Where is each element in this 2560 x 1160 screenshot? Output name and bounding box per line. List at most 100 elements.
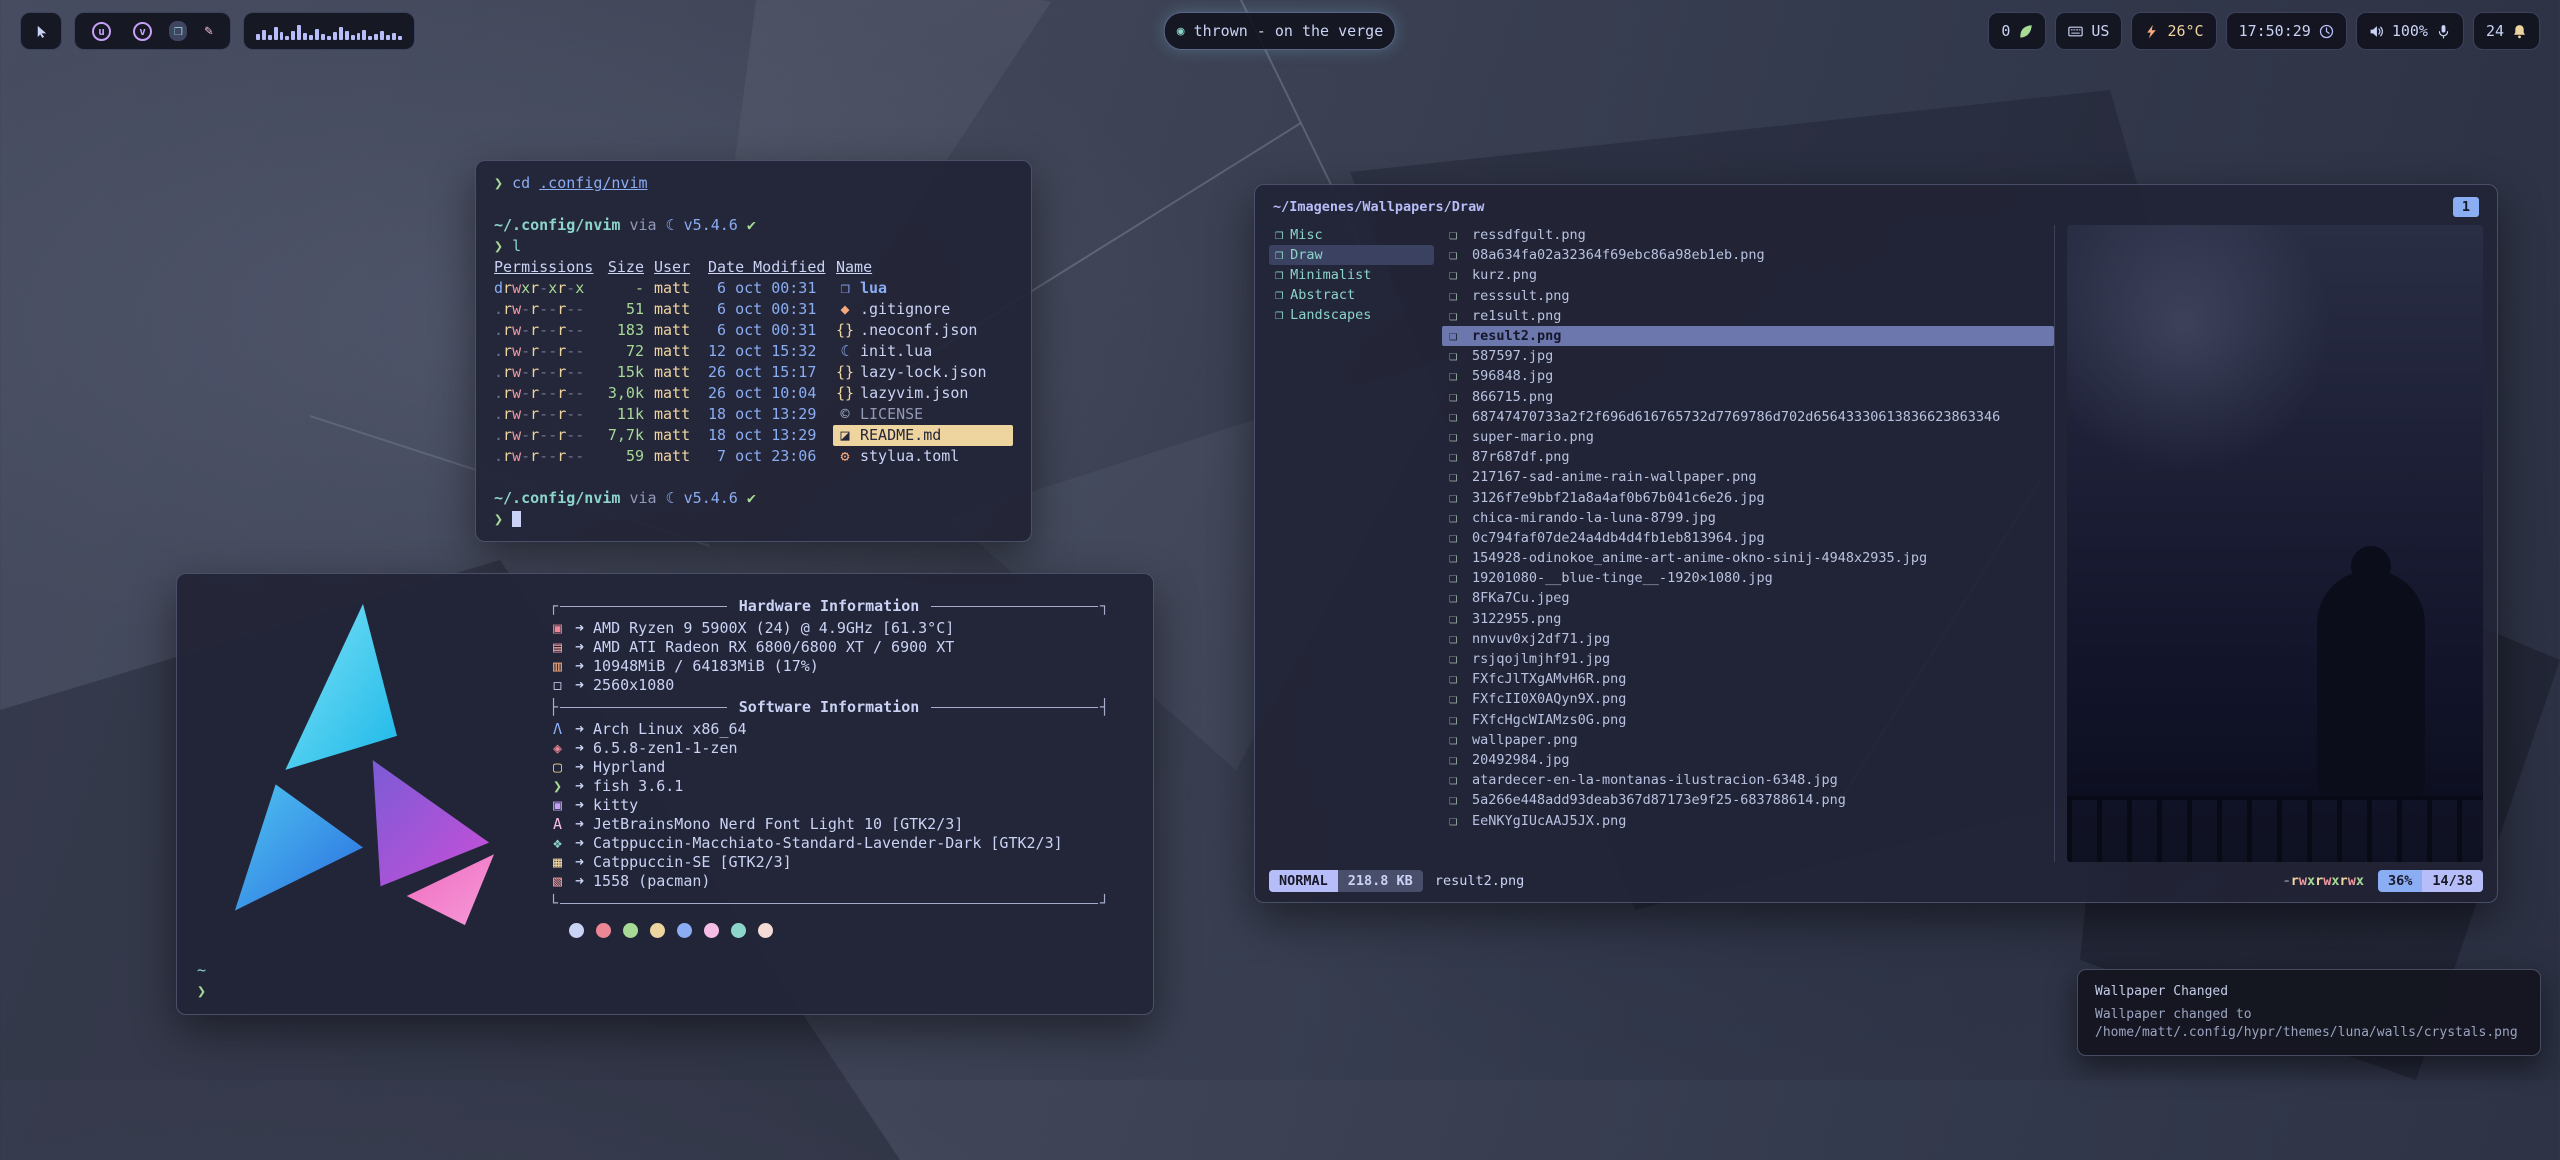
image-file-icon: ❏ xyxy=(1449,326,1464,346)
git-clean-check-icon: ✔ xyxy=(747,216,756,234)
info-text: JetBrainsMono Nerd Font Light 10 [GTK2/3… xyxy=(593,815,963,834)
volume-widget[interactable]: 100% xyxy=(2356,12,2464,50)
sidebar-folder[interactable]: ❒ Minimalist xyxy=(1269,265,1434,285)
file-row[interactable]: ❏ 217167-sad-anime-rain-wallpaper.png xyxy=(1442,467,2054,487)
image-file-icon: ❏ xyxy=(1449,710,1464,730)
status-bar: u v ❒ ✎ ◉ thrown - on the verge xyxy=(0,10,2560,52)
file-manager-window[interactable]: ~/Imagenes/Wallpapers/Draw 1 ❒ Misc ❒ Dr… xyxy=(1254,184,2498,903)
file-row[interactable]: ❏ 8FKa7Cu.jpeg xyxy=(1442,588,2054,608)
file-row[interactable]: ❏ kurz.png xyxy=(1442,265,2054,285)
file-row[interactable]: ❏ 3122955.png xyxy=(1442,609,2054,629)
disc-icon: ◉ xyxy=(1177,24,1185,39)
image-file-icon: ❏ xyxy=(1449,669,1464,689)
info-text: Hyprland xyxy=(593,758,665,777)
file-row[interactable]: ❏ 866715.png xyxy=(1442,387,2054,407)
terminal-command-line: ❯ cd .config/nvim xyxy=(494,173,1013,194)
terminal-window[interactable]: ❯ cd .config/nvim ~/.config/nvim via ☾ v… xyxy=(475,160,1032,542)
file-row[interactable]: ❏ 0c794faf07de24a4db4d4fb1eb813964.jpg xyxy=(1442,528,2054,548)
tab-badge[interactable]: 1 xyxy=(2453,197,2479,217)
file-row[interactable]: ❏ 08a634fa02a32364f69ebc86a98eb1eb.png xyxy=(1442,245,2054,265)
file-name: 0c794faf07de24a4db4d4fb1eb813964.jpg xyxy=(1472,528,1765,548)
ls-header-row: Permissions Size User Date Modified Name xyxy=(494,257,1013,278)
clock-widget[interactable]: 17:50:29 xyxy=(2226,12,2347,50)
file-row[interactable]: ❏ re1sult.png xyxy=(1442,306,2054,326)
gpu-icon: ▤ xyxy=(549,638,566,657)
prompt-char: ❯ xyxy=(197,981,206,1002)
file-row[interactable]: ❏ 154928-odinokoe_anime-art-anime-okno-s… xyxy=(1442,548,2054,568)
workspace-icon-edit[interactable]: ✎ xyxy=(199,21,217,41)
file-owner: matt xyxy=(654,446,698,467)
file-permissions: .rw-r--r-- xyxy=(494,404,594,425)
file-row[interactable]: ❏ EeNKYgIUcAAJ5JX.png xyxy=(1442,810,2054,830)
file-name: super-mario.png xyxy=(1472,427,1594,447)
file-row[interactable]: ❏ FXfcHgcWIAMzs0G.png xyxy=(1442,710,2054,730)
folder-sidebar: ❒ Misc ❒ Draw ❒ Minimalist ❒ Abstract xyxy=(1269,225,1442,862)
sidebar-folder[interactable]: ❒ Misc xyxy=(1269,225,1434,245)
image-file-icon: ❏ xyxy=(1449,427,1464,447)
music-widget[interactable]: ◉ thrown - on the verge xyxy=(1164,12,1396,50)
workspace-icon-v[interactable]: v xyxy=(128,19,157,44)
fetch-info-line: ▣ ➜ AMD Ryzen 9 5900X (24) @ 4.9GHz [61.… xyxy=(549,619,1127,638)
terminal-input-line[interactable]: ❯ xyxy=(494,509,1013,530)
info-text: 10948MiB / 64183MiB (17%) xyxy=(593,657,819,676)
terminal-color-palette xyxy=(569,923,1127,938)
notification-popup[interactable]: Wallpaper Changed Wallpaper changed to /… xyxy=(2077,969,2541,1056)
file-row[interactable]: ❏ nnvuv0xj2df71.jpg xyxy=(1442,629,2054,649)
audio-visualizer[interactable] xyxy=(243,12,415,50)
col-date-modified: Date Modified xyxy=(708,257,826,278)
sidebar-folder[interactable]: ❒ Abstract xyxy=(1269,285,1434,305)
launcher-button[interactable] xyxy=(20,12,62,50)
fetch-terminal-window[interactable]: ┌ Hardware Information ┐ ▣ ➜ AMD Ryzen 9… xyxy=(176,573,1154,1015)
file-row[interactable]: ❏ atardecer-en-la-montanas-ilustracion-6… xyxy=(1442,770,2054,790)
file-permissions: -rwxrwxrwx xyxy=(2283,871,2364,891)
file-row[interactable]: ❏ wallpaper.png xyxy=(1442,730,2054,750)
fetch-info-line: ▢ ➜ Hyprland xyxy=(549,758,1127,777)
file-row[interactable]: ❏ 5a266e448add93deab367d87173e9f25-68378… xyxy=(1442,790,2054,810)
info-text: fish 3.6.1 xyxy=(593,777,683,796)
arrow-icon: ➜ xyxy=(575,676,584,695)
file-row[interactable]: ❏ chica-mirando-la-luna-8799.jpg xyxy=(1442,508,2054,528)
file-date: 6 oct 00:31 xyxy=(708,278,826,299)
font-icon: A xyxy=(549,815,566,834)
notifications-widget[interactable]: 24 xyxy=(2473,12,2540,50)
fetch-prompt[interactable]: ~ ❯ xyxy=(197,960,206,1002)
folder-icon: ❒ xyxy=(1275,285,1283,305)
file-row[interactable]: ❏ 587597.jpg xyxy=(1442,346,2054,366)
sidebar-folder[interactable]: ❒ Landscapes xyxy=(1269,305,1434,325)
file-row[interactable]: ❏ FXfcII0X0AQyn9X.png xyxy=(1442,689,2054,709)
file-row[interactable]: ❏ 3126f7e9bbf21a8a4af0b67b041c6e26.jpg xyxy=(1442,487,2054,507)
image-file-icon: ❏ xyxy=(1449,225,1464,245)
scroll-percent-badge: 36% xyxy=(2378,870,2422,892)
weather-widget[interactable]: 26°C xyxy=(2131,12,2216,50)
file-name: 154928-odinokoe_anime-art-anime-okno-sin… xyxy=(1472,548,1927,568)
file-row[interactable]: ❏ resssult.png xyxy=(1442,286,2054,306)
image-file-icon: ❏ xyxy=(1449,588,1464,608)
workspace-icon-u[interactable]: u xyxy=(87,19,116,44)
prompt-context-line: ~/.config/nvim via ☾ v5.4.6 ✔ xyxy=(494,488,1013,509)
file-permissions: .rw-r--r-- xyxy=(494,383,594,404)
file-row[interactable]: ❏ 68747470733a2f2f696d616765732d7769786d… xyxy=(1442,407,2054,427)
sidebar-folder[interactable]: ❒ Draw xyxy=(1269,245,1434,265)
terminal-icon: ▣ xyxy=(549,796,566,815)
file-row[interactable]: ❏ super-mario.png xyxy=(1442,427,2054,447)
via-label: via xyxy=(629,216,656,234)
packages-icon: ▧ xyxy=(549,872,566,891)
file-date: 6 oct 00:31 xyxy=(708,320,826,341)
file-row[interactable]: ❏ 87r687df.png xyxy=(1442,447,2054,467)
file-row[interactable]: ❏ FXfcJlTXgAMvH6R.png xyxy=(1442,669,2054,689)
box-corner: ┐ xyxy=(1100,597,1109,616)
file-size: 7,7k xyxy=(604,425,644,446)
file-row[interactable]: ❏ 19201080-__blue-tinge__-1920×1080.jpg xyxy=(1442,568,2054,588)
file-row[interactable]: ❏ 596848.jpg xyxy=(1442,366,2054,386)
file-row[interactable]: ❏ 20492984.jpg xyxy=(1442,750,2054,770)
keyboard-layout-widget[interactable]: US xyxy=(2055,12,2122,50)
file-row[interactable]: ❏ ressdfgult.png xyxy=(1442,225,2054,245)
json-icon: {} xyxy=(836,362,854,383)
file-row[interactable]: ❏ result2.png xyxy=(1442,326,2054,346)
hardware-section-header: ┌ Hardware Information ┐ xyxy=(549,597,1109,616)
lua-moon-icon: ☾ xyxy=(666,216,675,234)
folder-icon: ❒ xyxy=(1275,305,1283,325)
workspace-icon-files[interactable]: ❒ xyxy=(169,21,187,41)
updates-widget[interactable]: 0 xyxy=(1988,12,2046,50)
file-row[interactable]: ❏ rsjqojlmjhf91.jpg xyxy=(1442,649,2054,669)
